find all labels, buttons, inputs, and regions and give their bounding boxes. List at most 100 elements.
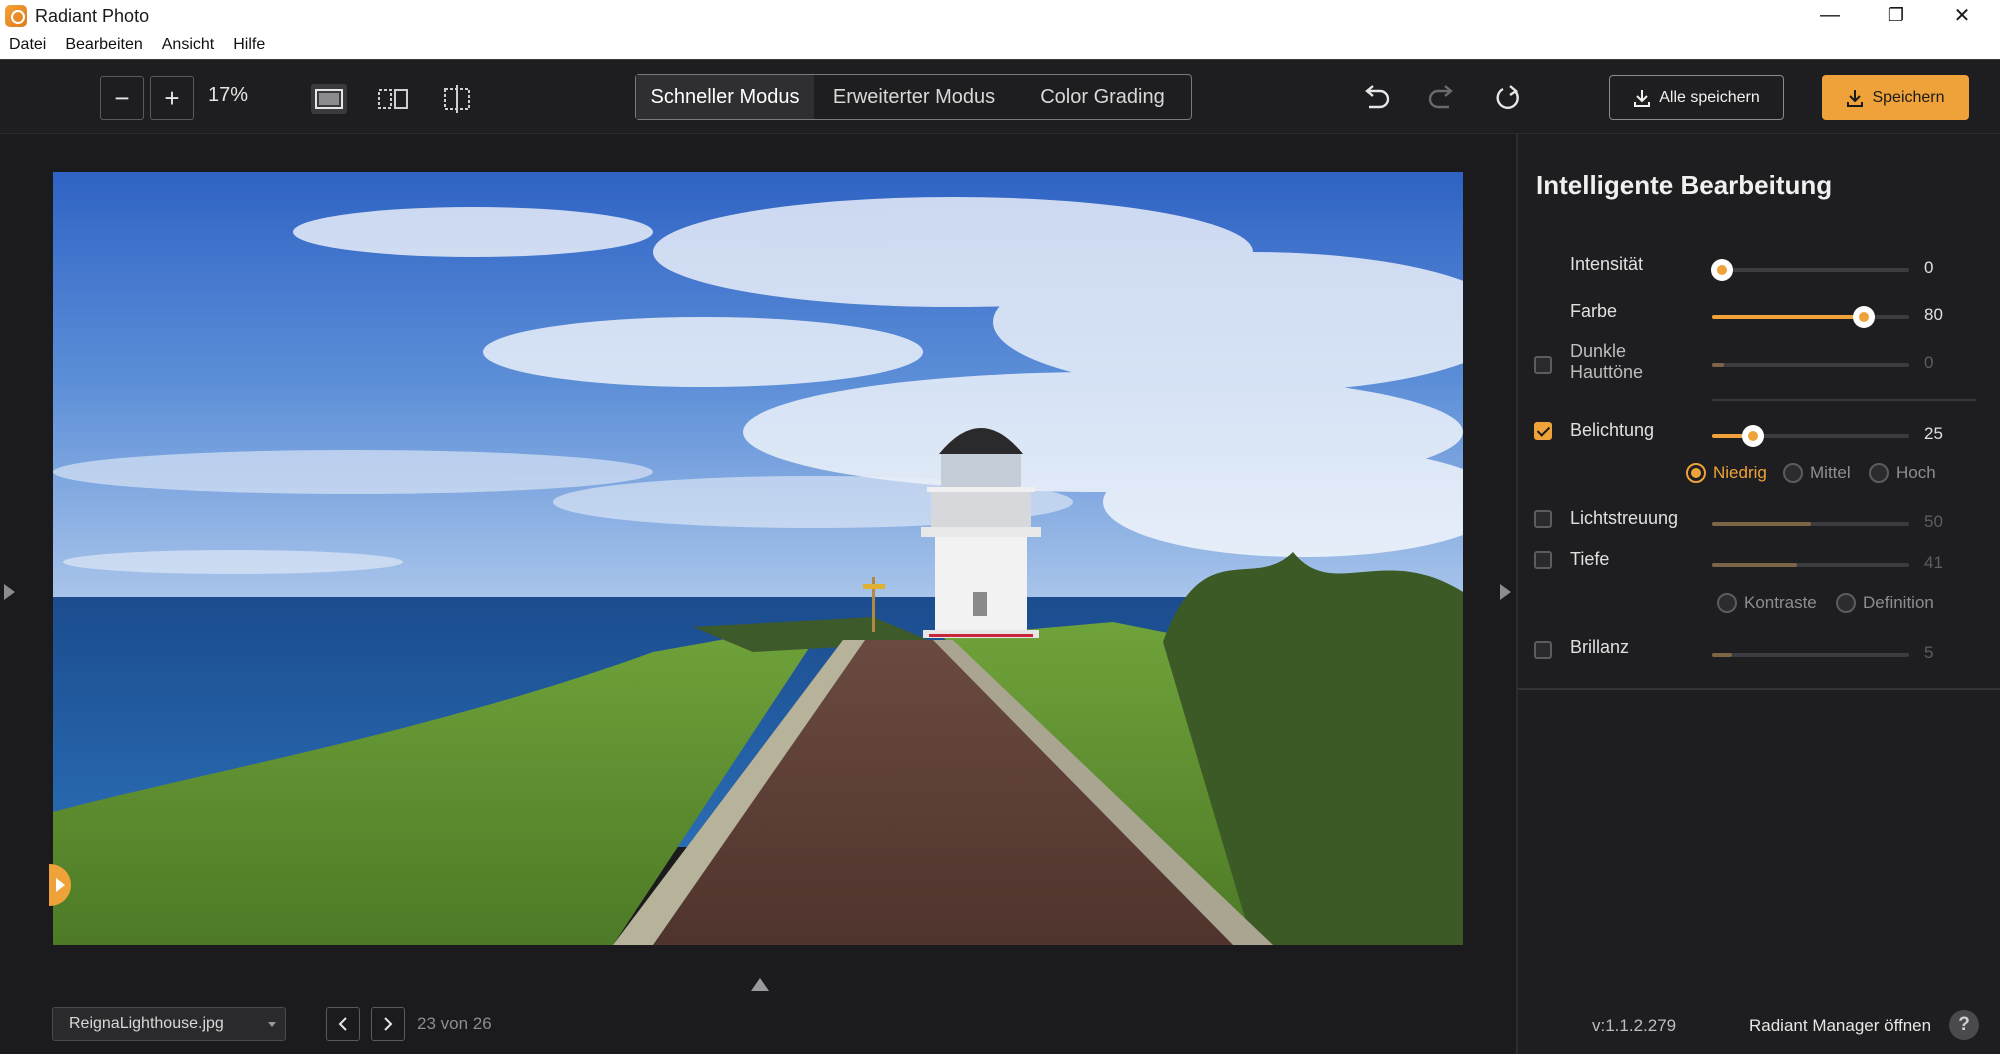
slider-label: Lichtstreuung: [1570, 508, 1679, 528]
divider: [1712, 399, 1976, 401]
slider-label: Belichtung: [1570, 420, 1655, 440]
radio-label: Kontraste: [1744, 593, 1817, 612]
slider-value: 50: [1924, 512, 1943, 531]
radio-definition[interactable]: Definition: [1836, 593, 1934, 613]
slider-fill: [1712, 363, 1724, 367]
menu-bar: Datei Bearbeiten Ansicht Hilfe: [0, 31, 2000, 59]
expand-right-icon[interactable]: [1500, 584, 1511, 600]
belichtung-checkbox[interactable]: [1534, 422, 1552, 440]
restore-button[interactable]: ❐: [1868, 0, 1924, 31]
undo-icon[interactable]: [1358, 80, 1394, 116]
tab-color-grading[interactable]: Color Grading: [1014, 75, 1191, 119]
belichtung-slider[interactable]: [1712, 425, 1909, 447]
slider-label: Brillanz: [1570, 637, 1630, 657]
zoom-out-button[interactable]: −: [100, 76, 144, 120]
intensitaet-slider[interactable]: [1710, 259, 1909, 281]
download-icon: [1634, 89, 1651, 107]
chevron-left-icon: [338, 1017, 347, 1031]
dunkle-hauttoene-slider[interactable]: [1712, 363, 1909, 367]
menu-bearbeiten[interactable]: Bearbeiten: [65, 36, 142, 54]
split-view-icon[interactable]: [375, 84, 411, 114]
slider-label: Intensität: [1570, 254, 1644, 274]
crop-view-icon[interactable]: [439, 84, 475, 114]
slider-value: 5: [1924, 643, 1934, 662]
download-icon: [1847, 89, 1864, 107]
slider-label: Tiefe: [1570, 549, 1610, 569]
file-select[interactable]: ReignaLighthouse.jpg: [52, 1007, 286, 1041]
radio-label: Mittel: [1810, 463, 1851, 482]
zoom-in-button[interactable]: +: [150, 76, 194, 120]
slider-value: 80: [1924, 305, 1943, 324]
filmstrip-toggle-icon[interactable]: [751, 978, 769, 991]
adjustments-panel: Intelligente Bearbeitung Intensität 0 Fa…: [1516, 134, 2000, 1054]
dunkle-hauttoene-checkbox[interactable]: [1534, 356, 1552, 374]
image-canvas: ReignaLighthouse.jpg 23 von 26: [0, 134, 1516, 1054]
radio-dot: [1869, 463, 1889, 483]
lichtstreuung-checkbox[interactable]: [1534, 510, 1552, 528]
farbe-slider[interactable]: [1712, 306, 1909, 328]
zoom-level: 17%: [208, 84, 249, 106]
tiefe-slider[interactable]: [1712, 563, 1909, 567]
minimize-button[interactable]: —: [1802, 0, 1858, 31]
slider-fill: [1712, 563, 1797, 567]
mode-switcher: Schneller Modus Erweiterter Modus Color …: [635, 74, 1192, 120]
next-image-button[interactable]: [371, 1007, 405, 1041]
save-label: Speichern: [1872, 88, 1945, 106]
brillanz-slider[interactable]: [1712, 653, 1909, 657]
title-bar: Radiant Photo — ❐ ✕: [0, 0, 2000, 31]
slider-label: Dunkle Hauttöne: [1570, 341, 1644, 382]
slider-value: 41: [1924, 553, 1943, 572]
tab-schneller-modus[interactable]: Schneller Modus: [636, 75, 814, 119]
slider-fill: [1712, 653, 1732, 657]
menu-hilfe[interactable]: Hilfe: [233, 36, 265, 54]
tab-erweiterter-modus[interactable]: Erweiterter Modus: [814, 75, 1014, 119]
slider-handle[interactable]: [1742, 425, 1765, 447]
slider-value: 0: [1924, 353, 1934, 372]
panel-title: Intelligente Bearbeitung: [1536, 170, 1833, 200]
radio-label: Definition: [1863, 593, 1934, 612]
expand-left-icon[interactable]: [4, 584, 15, 600]
file-select-value: ReignaLighthouse.jpg: [69, 1015, 224, 1032]
save-all-label: Alle speichern: [1659, 88, 1760, 106]
save-button[interactable]: Speichern: [1822, 75, 1969, 120]
previous-image-button[interactable]: [326, 1007, 360, 1041]
lighthouse-photo: [53, 172, 1463, 945]
slider-value: 25: [1924, 424, 1943, 443]
radio-dot: [1717, 593, 1737, 613]
close-button[interactable]: ✕: [1934, 0, 1990, 31]
page-count: 23 von 26: [417, 1014, 492, 1033]
radio-dot: [1686, 463, 1706, 483]
radio-hoch[interactable]: Hoch: [1869, 463, 1936, 483]
slider-fill: [1712, 315, 1864, 319]
chevron-right-icon: [384, 1017, 393, 1031]
help-icon[interactable]: ?: [1949, 1010, 1979, 1040]
slider-value: 0: [1924, 258, 1934, 277]
lichtstreuung-slider[interactable]: [1712, 522, 1909, 526]
caret-down-icon: [268, 1022, 276, 1027]
menu-ansicht[interactable]: Ansicht: [162, 36, 214, 54]
reset-icon[interactable]: [1490, 80, 1526, 116]
tiefe-checkbox[interactable]: [1534, 551, 1552, 569]
app-logo-icon: [5, 5, 27, 27]
play-icon: [56, 878, 65, 892]
radio-mittel[interactable]: Mittel: [1783, 463, 1851, 483]
radio-dot: [1836, 593, 1856, 613]
open-manager-link[interactable]: Radiant Manager öffnen: [1749, 1016, 1931, 1036]
version-label: v:1.1.2.279: [1592, 1016, 1677, 1035]
radio-niedrig[interactable]: Niedrig: [1686, 463, 1767, 483]
save-all-button[interactable]: Alle speichern: [1609, 75, 1784, 120]
slider-handle[interactable]: [1852, 306, 1875, 328]
slider-handle[interactable]: [1710, 259, 1733, 281]
single-view-icon[interactable]: [311, 84, 347, 114]
radio-kontraste[interactable]: Kontraste: [1717, 593, 1817, 613]
menu-datei[interactable]: Datei: [9, 36, 46, 54]
radio-label: Niedrig: [1713, 463, 1767, 482]
brillanz-checkbox[interactable]: [1534, 641, 1552, 659]
panel-separator: [1518, 688, 2000, 690]
slider-label: Farbe: [1570, 301, 1618, 321]
radio-dot: [1783, 463, 1803, 483]
app-title: Radiant Photo: [35, 6, 150, 26]
slider-fill: [1712, 522, 1811, 526]
radio-label: Hoch: [1896, 463, 1936, 482]
redo-icon[interactable]: [1424, 80, 1460, 116]
